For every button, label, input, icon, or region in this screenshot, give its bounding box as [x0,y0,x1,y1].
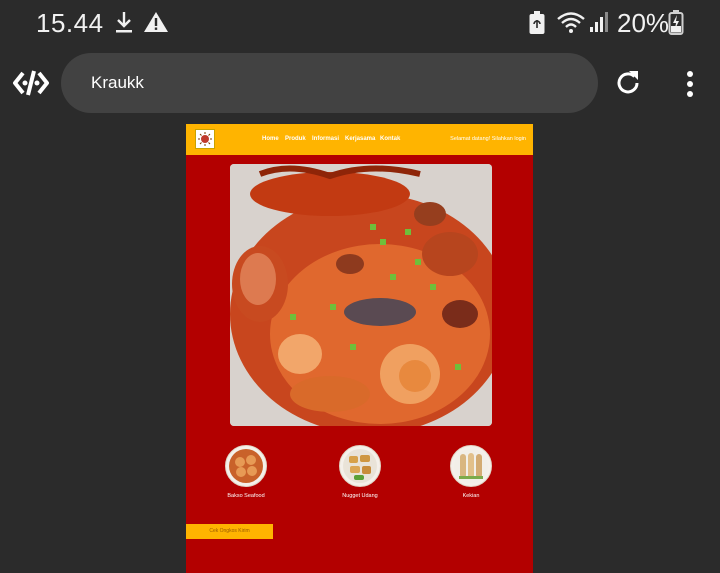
site-logo[interactable] [195,129,215,149]
nav-link-informasi[interactable]: Informasi [312,136,339,142]
nav-link-kontak[interactable]: Kontak [380,136,400,142]
product-image[interactable] [225,445,267,487]
reload-icon[interactable] [612,67,644,104]
status-bar: 15.44 20% [0,0,720,46]
shipping-cost-button[interactable]: Cek Ongkos Kirim [186,524,273,539]
warning-icon [143,10,169,39]
product-image[interactable] [450,445,492,487]
battery-percentage: 20% [617,8,670,38]
overflow-menu-icon[interactable] [680,70,700,103]
address-bar[interactable]: Kraukk [61,53,598,113]
status-time: 15.44 [36,8,104,38]
download-icon [114,10,134,39]
address-text[interactable]: Kraukk [91,73,144,93]
app-logo-icon[interactable] [12,68,50,103]
nav-link-home[interactable]: Home [262,136,279,142]
wifi-icon [556,10,586,39]
browser-toolbar: Kraukk [0,46,720,122]
nav-link-kerjasama[interactable]: Kerjasama [345,136,375,142]
nav-link-produk[interactable]: Produk [285,136,306,142]
product-name[interactable]: Nugget Udang [320,493,400,499]
product-name[interactable]: Kekian [431,493,511,499]
welcome-login-text[interactable]: Selamat datang! Silahkan login [450,136,526,142]
site-navbar: Home Produk Informasi Kerjasama Kontak S… [186,124,533,155]
battery-charging-icon [668,9,684,40]
product-image[interactable] [339,445,381,487]
web-page-viewport: Home Produk Informasi Kerjasama Kontak S… [186,124,533,573]
signal-icon [588,10,610,39]
product-name[interactable]: Bakso Seafood [206,493,286,499]
hero-seafood-image [230,164,492,426]
battery-saver-icon [528,10,546,41]
